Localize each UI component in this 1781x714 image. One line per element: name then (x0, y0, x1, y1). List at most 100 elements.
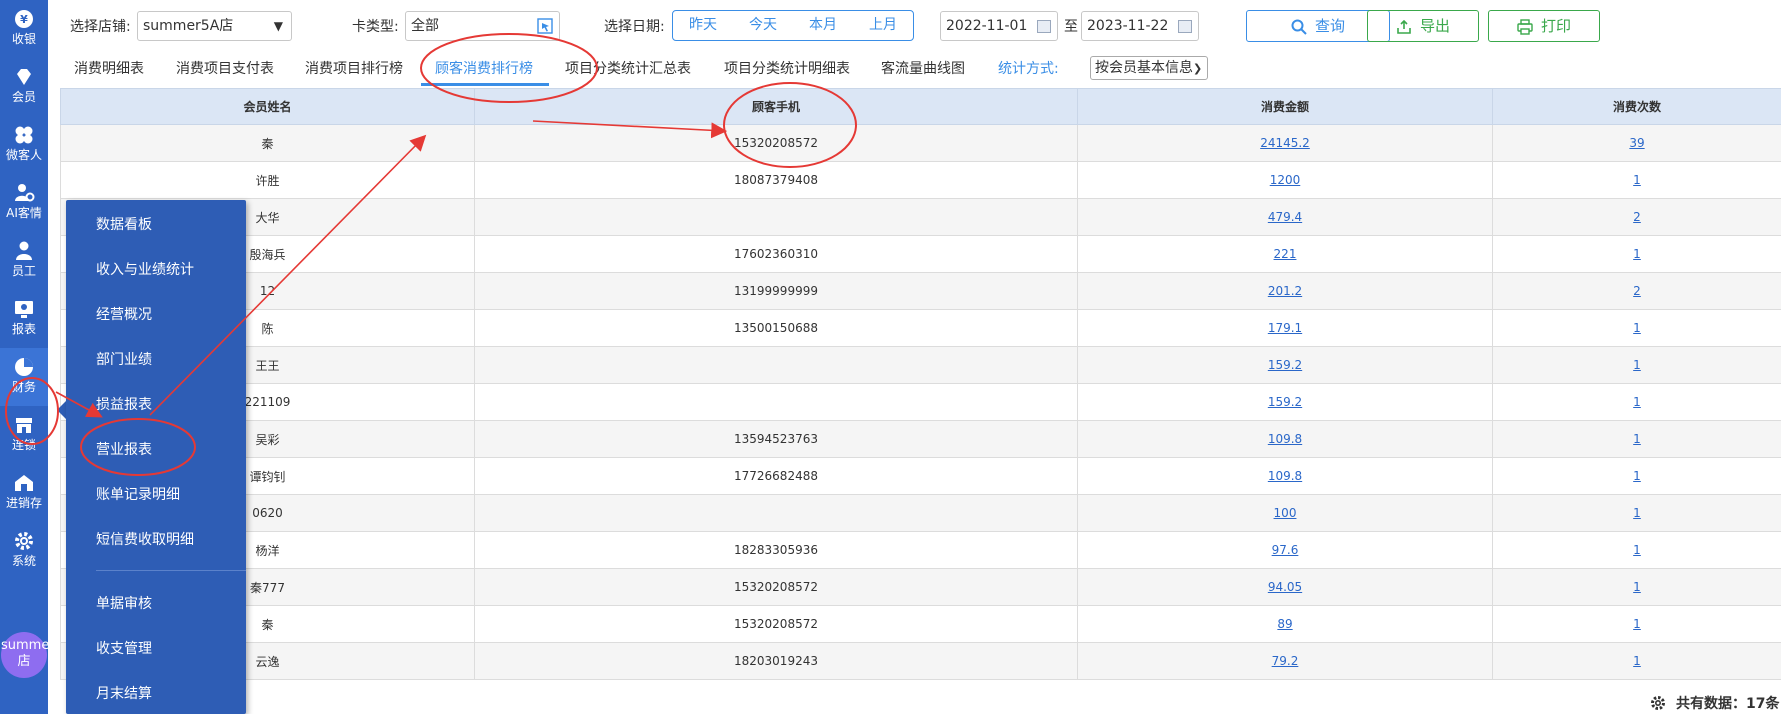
count-link[interactable]: 1 (1633, 173, 1641, 187)
tab-traffic-curve[interactable]: 客流量曲线图 (881, 58, 965, 78)
amount-link[interactable]: 179.1 (1268, 321, 1302, 335)
table-row[interactable]: 12 13199999999 201.2 2 (60, 272, 1781, 310)
nav-item-inventory[interactable]: 进销存 (0, 464, 48, 522)
nav-item-staff[interactable]: 员工 (0, 232, 48, 290)
nav-item-finance[interactable]: 财务 (0, 348, 48, 406)
nav-item-ai[interactable]: AI客情 (0, 174, 48, 232)
table-row[interactable]: 0620 100 1 (60, 494, 1781, 532)
amount-link[interactable]: 97.6 (1272, 543, 1299, 557)
store-select[interactable]: summer5A店 ▼ (137, 11, 292, 41)
calendar-icon[interactable] (1178, 20, 1192, 33)
gear-icon (15, 532, 33, 550)
count-link[interactable]: 39 (1629, 136, 1644, 150)
nav-item-guest[interactable]: 微客人 (0, 116, 48, 174)
date-last-month-button[interactable]: 上月 (853, 11, 913, 40)
table-row[interactable]: 谭钧钊 17726682488 109.8 1 (60, 457, 1781, 495)
column-header-name[interactable]: 会员姓名 (60, 88, 475, 125)
table-row[interactable]: 云逸 18203019243 79.2 1 (60, 642, 1781, 680)
date-today-button[interactable]: 今天 (733, 11, 793, 40)
printer-icon (1517, 18, 1533, 35)
tab-consumption-detail[interactable]: 消费明细表 (74, 58, 144, 78)
count-link[interactable]: 1 (1633, 654, 1641, 668)
card-type-input[interactable]: 全部 (405, 11, 560, 41)
tab-item-payment[interactable]: 消费项目支付表 (176, 58, 274, 78)
amount-link[interactable]: 109.8 (1268, 432, 1302, 446)
menu-item-income-stats[interactable]: 收入与业绩统计 (96, 259, 194, 279)
amount-link[interactable]: 1200 (1270, 173, 1301, 187)
column-header-count[interactable]: 消费次数 (1492, 88, 1781, 125)
table-row[interactable]: 吴彩 13594523763 109.8 1 (60, 420, 1781, 458)
column-header-amount[interactable]: 消费金额 (1077, 88, 1493, 125)
count-link[interactable]: 1 (1633, 543, 1641, 557)
count-link[interactable]: 1 (1633, 506, 1641, 520)
count-link[interactable]: 1 (1633, 321, 1641, 335)
amount-link[interactable]: 159.2 (1268, 395, 1302, 409)
date-start-input[interactable]: 2022-11-01 (940, 11, 1058, 41)
amount-link[interactable]: 100 (1274, 506, 1297, 520)
menu-item-bill-records[interactable]: 账单记录明细 (96, 484, 180, 504)
store-avatar[interactable]: summer5A店 (1, 632, 72, 678)
pointer-select-icon[interactable] (537, 18, 553, 34)
left-nav: ¥ 收银 会员 微客人 AI客情 员工 报表 财务 连锁 进销存 系统 summ… (0, 0, 72, 714)
menu-item-profit-loss[interactable]: 损益报表 (96, 394, 152, 414)
table-row[interactable]: 秦 15320208572 89 1 (60, 605, 1781, 643)
count-link[interactable]: 1 (1633, 358, 1641, 372)
amount-link[interactable]: 221 (1274, 247, 1297, 261)
count-link[interactable]: 1 (1633, 580, 1641, 594)
amount-link[interactable]: 79.2 (1272, 654, 1299, 668)
date-end-input[interactable]: 2023-11-22 (1081, 11, 1199, 41)
menu-item-month-end[interactable]: 月末结算 (96, 683, 152, 703)
tab-item-ranking[interactable]: 消费项目排行榜 (305, 58, 403, 78)
count-link[interactable]: 1 (1633, 432, 1641, 446)
amount-link[interactable]: 479.4 (1268, 210, 1302, 224)
table-row[interactable]: 陈 13500150688 179.1 1 (60, 309, 1781, 347)
date-this-month-button[interactable]: 本月 (793, 11, 853, 40)
count-link[interactable]: 1 (1633, 469, 1641, 483)
gear-icon[interactable] (1650, 695, 1666, 711)
table-row[interactable]: 秦 15320208572 24145.2 39 (60, 124, 1781, 162)
warehouse-icon (15, 475, 33, 491)
table-row[interactable]: 大华 479.4 2 (60, 198, 1781, 236)
table-row[interactable]: 许胜 18087379408 1200 1 (60, 161, 1781, 199)
tab-category-detail[interactable]: 项目分类统计明细表 (724, 58, 850, 78)
table-row[interactable]: 杨洋 18283305936 97.6 1 (60, 531, 1781, 569)
cell-phone: 15320208572 (474, 124, 1078, 162)
active-tab-indicator (421, 83, 549, 86)
count-link[interactable]: 1 (1633, 395, 1641, 409)
nav-item-system[interactable]: 系统 (0, 522, 48, 580)
table-row[interactable]: 221109 159.2 1 (60, 383, 1781, 421)
export-button[interactable]: 导出 (1367, 10, 1479, 42)
stat-mode-select[interactable]: 按会员基本信息❯ (1090, 56, 1208, 80)
table-row[interactable]: 殷海兵 17602360310 221 1 (60, 235, 1781, 273)
tab-customer-ranking[interactable]: 顾客消费排行榜 (435, 58, 533, 78)
count-link[interactable]: 1 (1633, 247, 1641, 261)
count-link[interactable]: 2 (1633, 210, 1641, 224)
amount-link[interactable]: 94.05 (1268, 580, 1302, 594)
date-yesterday-button[interactable]: 昨天 (673, 11, 733, 40)
cell-amount: 179.1 (1077, 309, 1493, 347)
amount-link[interactable]: 159.2 (1268, 358, 1302, 372)
amount-link[interactable]: 24145.2 (1260, 136, 1310, 150)
table-row[interactable]: 秦777 15320208572 94.05 1 (60, 568, 1781, 606)
nav-item-report[interactable]: 报表 (0, 290, 48, 348)
tab-category-summary[interactable]: 项目分类统计汇总表 (565, 58, 691, 78)
table-row[interactable]: 王王 159.2 1 (60, 346, 1781, 384)
menu-item-sms-fees[interactable]: 短信费收取明细 (96, 529, 194, 549)
nav-item-member[interactable]: 会员 (0, 58, 48, 116)
amount-link[interactable]: 89 (1277, 617, 1292, 631)
amount-link[interactable]: 109.8 (1268, 469, 1302, 483)
nav-item-chain[interactable]: 连锁 (0, 406, 48, 464)
nav-item-cashier[interactable]: ¥ 收银 (0, 0, 48, 58)
menu-item-dept-performance[interactable]: 部门业绩 (96, 349, 152, 369)
print-button[interactable]: 打印 (1488, 10, 1600, 42)
menu-item-doc-review[interactable]: 单据审核 (96, 593, 152, 613)
column-header-phone[interactable]: 顾客手机 (474, 88, 1078, 125)
amount-link[interactable]: 201.2 (1268, 284, 1302, 298)
menu-item-dashboard[interactable]: 数据看板 (96, 214, 152, 234)
menu-item-business-report[interactable]: 营业报表 (96, 439, 152, 459)
menu-item-overview[interactable]: 经营概况 (96, 304, 152, 324)
count-link[interactable]: 2 (1633, 284, 1641, 298)
count-link[interactable]: 1 (1633, 617, 1641, 631)
calendar-icon[interactable] (1037, 20, 1051, 33)
menu-item-income-expense[interactable]: 收支管理 (96, 638, 152, 658)
